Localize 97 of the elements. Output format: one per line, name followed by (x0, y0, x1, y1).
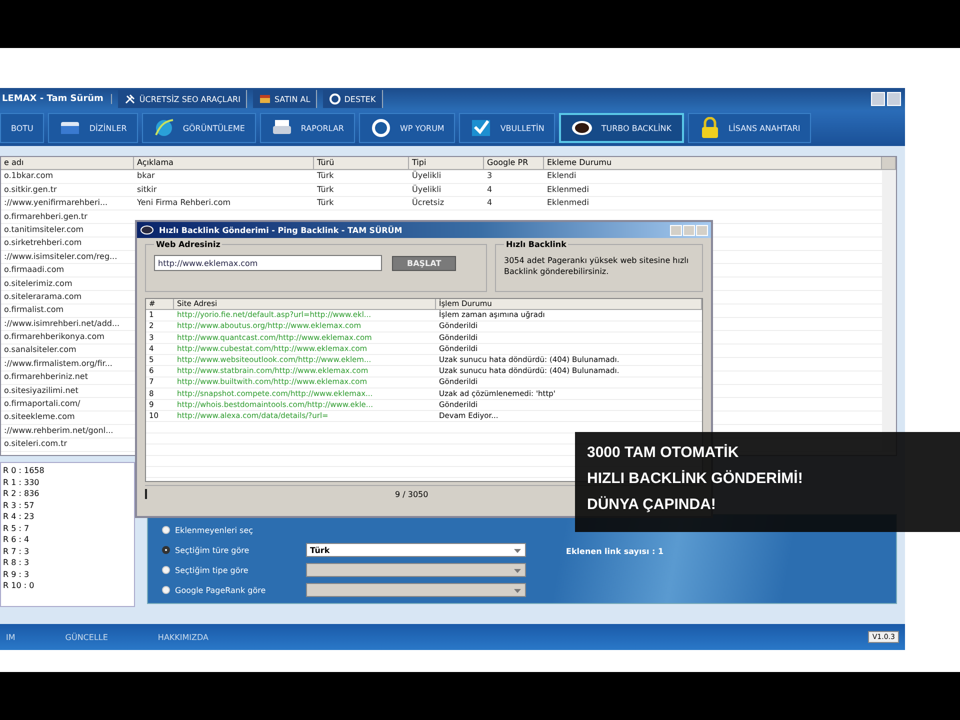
table-cell-text: Üyelikli (411, 184, 442, 196)
minimize-button[interactable] (670, 224, 682, 236)
table-cell-text: o.tanitimsiteler.com (3, 224, 85, 236)
list-item: R 1 : 330 (2, 476, 40, 488)
column-header[interactable]: e adı (1, 157, 134, 170)
table-cell-text: o.1bkar.com (3, 170, 54, 182)
tools-icon (124, 93, 136, 105)
table-cell-text: Türk (316, 170, 335, 182)
list-item: R 5 : 7 (2, 522, 30, 534)
table-cell-text: ://www.isimrehberi.net/add... (3, 318, 121, 330)
table-cell-text: ://www.yenifirmarehberi... (3, 197, 109, 210)
window-title: LEMAX - Tam Sürüm (0, 94, 112, 104)
table-cell-text: sitkir (136, 184, 158, 196)
footer-link[interactable]: IM (6, 632, 16, 642)
list-item: R 8 : 3 (2, 557, 30, 568)
table-cell-text: 4 (486, 184, 494, 196)
ring-icon (329, 93, 342, 105)
table-cell-text: Eklendi (546, 170, 578, 182)
list-item: R 4 : 23 (2, 511, 36, 522)
table-cell-text: o.firmaportali.com/ (3, 398, 82, 410)
list-item: R 6 : 4 (2, 534, 30, 546)
dialog-title: Hızlı Backlink Gönderimi - Ping Backlink - TAM SÜRÜM (159, 226, 402, 234)
table-cell-text: 4 (486, 197, 494, 210)
table-cell-text: o.siteleri.com.tr (3, 438, 68, 450)
table-cell-text: Türk (316, 184, 335, 196)
list-item: R 10 : 0 (2, 580, 36, 592)
list-item: R 2 : 836 (2, 488, 40, 500)
table-cell-text: Üyelikli (411, 170, 442, 182)
start-button[interactable]: BAŞLAT (392, 256, 456, 270)
group-label: Hızlı Backlink (505, 240, 568, 249)
toolbar-tab[interactable]: LİSANS ANAHTARI (688, 113, 812, 143)
maximize-button[interactable] (683, 224, 695, 236)
url-input-field[interactable]: http://www.eklemax.com (154, 255, 382, 271)
radio-button[interactable]: Eklenmeyenleri seç (162, 526, 298, 534)
table-cell-text: Yeni Firma Rehberi.com (136, 197, 232, 210)
minimize-button[interactable] (871, 92, 885, 106)
table-cell-text: o.sitkir.gen.tr (3, 184, 58, 196)
group-label: Web Adresiniz (155, 240, 222, 249)
list-item: R 7 : 3 (2, 546, 30, 557)
caption-text: HIZLI BACKLİNK GÖNDERİMİ! (587, 469, 804, 489)
calendar-icon (259, 93, 272, 105)
scroll-arrow-button[interactable] (882, 157, 896, 170)
progress-counter: 9 / 3050 (395, 490, 428, 498)
table-cell-text: o.firmaadi.com (3, 264, 66, 276)
radio-button[interactable]: Seçtiğim türe göre (162, 546, 298, 554)
globe-icon (152, 117, 175, 139)
table-cell-text: o.siteekleme.com (3, 411, 76, 424)
table-cell-text: Eklenmedi (546, 197, 590, 210)
menu-item[interactable]: SATIN AL (253, 90, 318, 108)
table-cell-text: bkar (136, 170, 156, 182)
footer-link[interactable]: HAKKIMIZDA (158, 632, 208, 642)
footer-link[interactable]: GÜNCELLE (65, 632, 108, 642)
table-cell-text: ://www.isimsiteler.com/reg... (3, 250, 118, 263)
info-text: 3054 adet Pagerankı yüksek web sitesine hızlı Backlink gönderebilirsiniz. (504, 255, 690, 277)
app-icon (140, 225, 154, 235)
menu-item[interactable]: DESTEK (323, 90, 383, 108)
table-cell-text: Türk (316, 197, 335, 210)
toolbar-tab[interactable]: RAPORLAR (260, 113, 355, 143)
toolbar-tab[interactable]: TURBO BACKLİNK (559, 113, 684, 143)
checkmark-icon (470, 117, 492, 139)
toolbar-tab[interactable]: GÖRÜNTÜLEME (142, 113, 256, 143)
table-cell-text: o.sitesiyazilimi.net (3, 384, 80, 397)
caption-text: 3000 TAM OTOMATİK (587, 443, 740, 463)
table-cell-text: o.firmalist.com (3, 304, 65, 316)
toolbar-tab[interactable]: WP YORUM (358, 113, 456, 143)
table-cell-text: o.firmarehberi.gen.tr (3, 210, 88, 223)
table-cell-text: Eklenmedi (546, 184, 590, 196)
table-cell-text: o.firmarehberiniz.net (3, 371, 89, 384)
close-button[interactable] (696, 224, 708, 236)
table-cell-text: ://www.rehberim.net/gonl... (3, 424, 114, 437)
column-header[interactable]: Tipi (409, 157, 484, 170)
table-cell-text: o.sanalsiteler.com (3, 344, 78, 356)
menu-item[interactable]: ÜCRETSİZ SEO ARAÇLARI (118, 90, 248, 108)
table-cell-text: Ücretsiz (411, 197, 446, 210)
list-item: R 0 : 1658 (2, 465, 46, 476)
column-header[interactable]: Ekleme Durumu (544, 157, 882, 170)
column-header[interactable]: Türü (314, 157, 409, 170)
toolbar-tab[interactable]: DİZİNLER (48, 113, 138, 143)
radio-button[interactable]: Google PageRank göre (162, 586, 298, 594)
column-header[interactable]: Açıklama (134, 157, 314, 170)
table-cell-text: o.sirketrehberi.com (3, 237, 83, 250)
radio-button[interactable]: Seçtiğim tipe göre (162, 566, 298, 574)
toolbar-tab[interactable]: BOTU (0, 113, 44, 143)
table-cell-text: o.sitelerimiz.com (3, 278, 74, 290)
circle-logo-icon (370, 117, 392, 139)
dropdown[interactable]: Türk (306, 543, 526, 557)
added-count-label: Eklenen link sayısı : 1 (566, 547, 664, 556)
table-cell-text: o.sitelerarama.com (3, 290, 83, 303)
table-cell-text: o.firmarehberikonya.com (3, 331, 106, 344)
list-item: R 3 : 57 (2, 500, 36, 511)
caption-text: DÜNYA ÇAPINDA! (587, 495, 717, 515)
toolbar-tab[interactable]: VBULLETİN (459, 113, 556, 143)
table-cell-text: 3 (486, 170, 494, 182)
list-item: R 9 : 3 (2, 568, 30, 580)
column-header[interactable]: Google PR (484, 157, 544, 170)
close-button[interactable] (887, 92, 901, 106)
table-cell-text: ://www.firmalistem.org/fir... (3, 358, 114, 370)
